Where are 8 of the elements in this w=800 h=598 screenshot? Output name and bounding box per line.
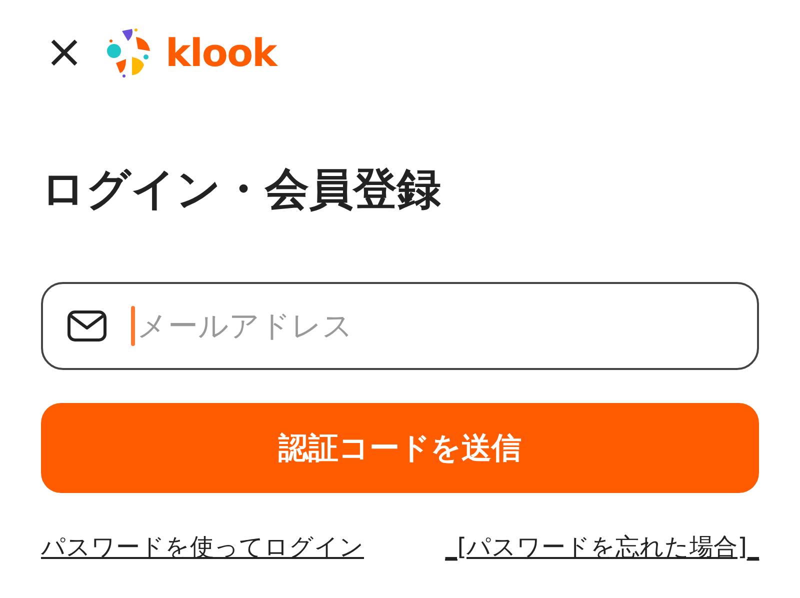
logo-text: klook: [166, 31, 276, 75]
page-title: ログイン・会員登録: [41, 166, 442, 214]
close-button[interactable]: ×: [41, 28, 84, 78]
text-cursor: [131, 306, 135, 346]
text-link[interactable]: _[パスワードを忘れた場合]_: [445, 531, 759, 564]
mail-icon: [67, 310, 107, 342]
text-link[interactable]: パスワードを使ってログイン: [41, 531, 364, 564]
email-field[interactable]: メールアドレス: [41, 282, 759, 370]
